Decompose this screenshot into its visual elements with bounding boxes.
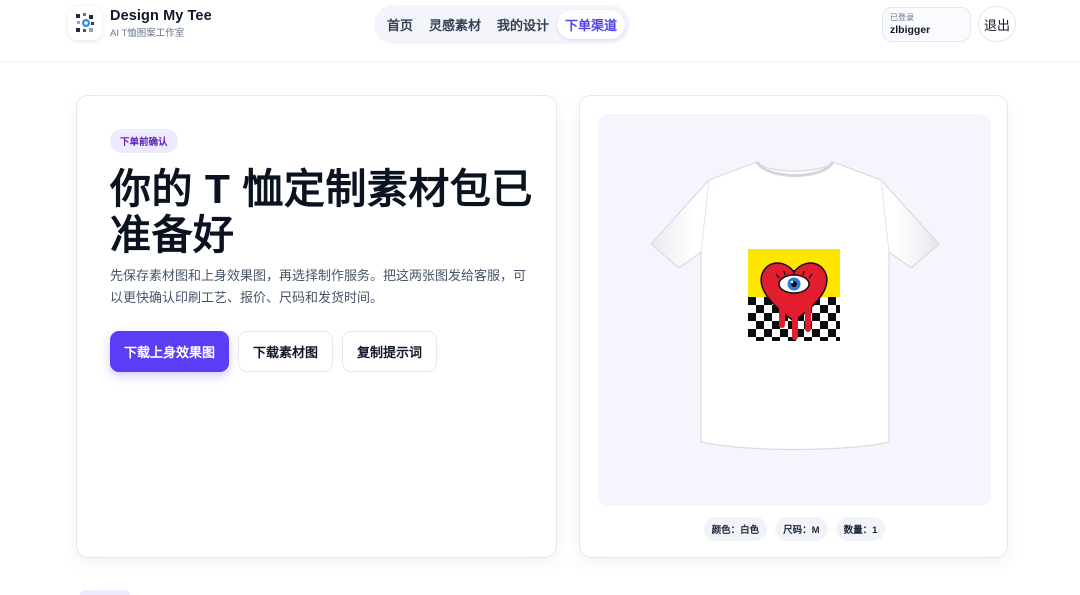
tshirt-mockup-image	[650, 161, 940, 451]
logout-button[interactable]: 退出	[978, 6, 1016, 42]
top-header: Design My Tee AI T恤图案工作室 首页 灵感素材 我的设计 下单…	[0, 0, 1080, 62]
spec-size: 尺码：M	[775, 517, 828, 541]
action-buttons: 下载上身效果图 下载素材图 复制提示词	[110, 331, 446, 372]
order-confirm-card: 下单前确认 你的 T 恤定制素材包已准备好 先保存素材图和上身效果图，再选择制作…	[76, 95, 557, 558]
brand[interactable]: Design My Tee AI T恤图案工作室	[68, 6, 212, 40]
nav-item-order-channel[interactable]: 下单渠道	[557, 10, 626, 39]
login-status-label: 已登录	[890, 13, 914, 22]
download-asset-button[interactable]: 下载素材图	[238, 331, 334, 372]
page-title: 你的 T 恤定制素材包已准备好	[110, 166, 533, 258]
main-nav: 首页 灵感素材 我的设计 下单渠道	[374, 5, 631, 44]
copy-prompt-button[interactable]: 复制提示词	[342, 331, 438, 372]
brand-logo-icon	[68, 6, 102, 40]
brand-subtitle: AI T恤图案工作室	[110, 27, 185, 39]
spec-color: 颜色：白色	[703, 517, 768, 541]
nav-item-inspiration[interactable]: 灵感素材	[421, 10, 489, 39]
status-badge: 下单前确认	[110, 129, 178, 153]
brand-title: Design My Tee	[110, 7, 212, 24]
download-mockup-button[interactable]: 下载上身效果图	[110, 331, 230, 372]
nav-item-home[interactable]: 首页	[379, 10, 421, 39]
mockup-preview	[598, 114, 991, 506]
next-section-badge	[80, 590, 130, 595]
user-status-chip[interactable]: 已登录 zlbigger	[882, 7, 971, 42]
spec-quantity: 数量：1	[835, 517, 886, 541]
order-specs: 颜色：白色 尺码：M 数量：1	[580, 517, 1009, 541]
username: zlbigger	[890, 24, 931, 36]
page-description: 先保存素材图和上身效果图，再选择制作服务。把这两张图发给客服，可以更快确认印刷工…	[110, 268, 527, 305]
preview-card: 颜色：白色 尺码：M 数量：1	[579, 95, 1008, 558]
print-design	[748, 249, 840, 341]
nav-item-my-designs[interactable]: 我的设计	[489, 10, 557, 39]
